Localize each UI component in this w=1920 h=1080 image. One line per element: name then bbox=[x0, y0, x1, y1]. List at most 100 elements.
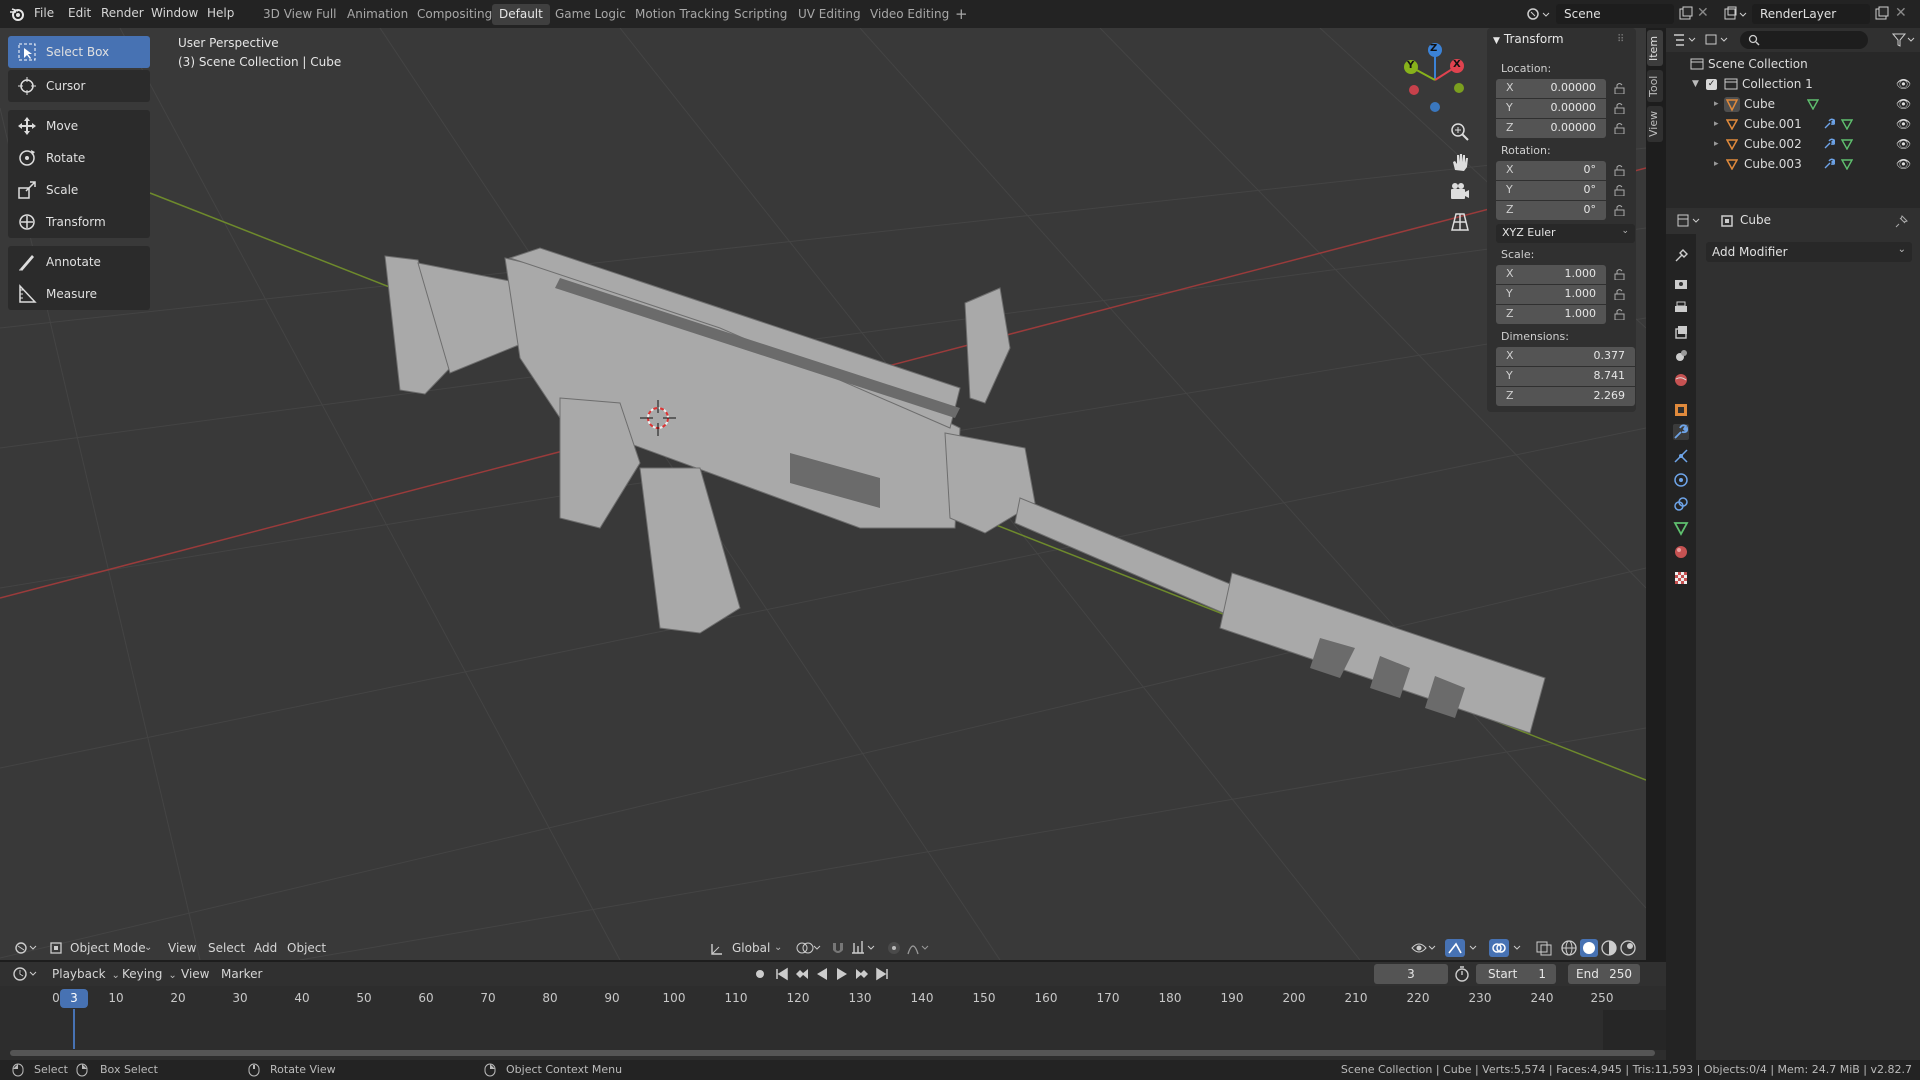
play-button[interactable] bbox=[834, 962, 850, 986]
rotation-z-field[interactable]: Z 0° bbox=[1496, 201, 1606, 220]
blender-logo-icon[interactable] bbox=[9, 6, 25, 22]
rotation-x-field[interactable]: X 0° bbox=[1496, 161, 1606, 180]
lock-icon[interactable] bbox=[1614, 82, 1626, 95]
playhead-line[interactable] bbox=[73, 1009, 75, 1049]
pivot-point-icon[interactable] bbox=[794, 935, 822, 961]
navigation-gizmo[interactable]: Z X Y bbox=[1395, 40, 1475, 120]
jump-keyframe-back-button[interactable] bbox=[794, 962, 810, 986]
material-icon[interactable] bbox=[1673, 544, 1689, 560]
tool-annotate[interactable]: Annotate bbox=[8, 246, 150, 278]
tab-tool[interactable]: Tool bbox=[1647, 70, 1663, 102]
outliner-object-cube-001[interactable]: ▸ Cube.001 👁 bbox=[1666, 114, 1920, 134]
solid-shading-icon[interactable] bbox=[1580, 935, 1598, 961]
play-reverse-button[interactable] bbox=[814, 962, 830, 986]
lock-icon[interactable] bbox=[1614, 308, 1626, 321]
proportional-edit-icon[interactable] bbox=[886, 935, 902, 961]
dimensions-y-field[interactable]: Y 8.741 bbox=[1496, 367, 1635, 386]
snap-target-icon[interactable] bbox=[850, 935, 878, 961]
new-layer-icon[interactable] bbox=[1874, 6, 1890, 22]
timeline-menu-marker[interactable]: Marker bbox=[221, 962, 262, 986]
display-mode-icon[interactable] bbox=[1704, 32, 1730, 51]
timeline-ruler[interactable]: 0 10 20 30 40 50 60 70 80 90 100 110 120… bbox=[0, 988, 1666, 1010]
menu-help[interactable]: Help bbox=[207, 0, 234, 28]
viewport-menu-select[interactable]: Select bbox=[208, 935, 245, 961]
tool-select-box[interactable]: Select Box bbox=[8, 36, 150, 68]
editor-type-icon[interactable] bbox=[12, 935, 40, 961]
object-mode-dropdown[interactable]: Object Mode ⌄ bbox=[48, 935, 156, 961]
zoom-icon[interactable] bbox=[1448, 120, 1472, 144]
dimensions-x-field[interactable]: X 0.377 bbox=[1496, 347, 1635, 366]
menu-edit[interactable]: Edit bbox=[68, 0, 91, 28]
rotation-mode-dropdown[interactable]: XYZ Euler ⌄ bbox=[1496, 224, 1635, 243]
editor-type-icon[interactable] bbox=[1676, 213, 1702, 232]
lock-icon[interactable] bbox=[1614, 288, 1626, 301]
tool-transform[interactable]: Transform bbox=[8, 206, 150, 238]
particles-icon[interactable] bbox=[1673, 448, 1689, 464]
editor-type-icon[interactable] bbox=[1672, 32, 1698, 51]
tool-move[interactable]: Move bbox=[8, 110, 150, 142]
render-camera-icon[interactable] bbox=[1673, 276, 1689, 292]
dimensions-z-field[interactable]: Z 2.269 bbox=[1496, 387, 1635, 406]
rendered-shading-icon[interactable] bbox=[1619, 935, 1637, 961]
tab-default[interactable]: Default bbox=[492, 4, 550, 25]
scene-icon[interactable] bbox=[1673, 348, 1689, 364]
jump-start-button[interactable] bbox=[774, 962, 790, 986]
wireframe-shading-icon[interactable] bbox=[1560, 935, 1578, 961]
modifier-wrench-icon[interactable] bbox=[1673, 424, 1689, 440]
scale-z-field[interactable]: Z 1.000 bbox=[1496, 305, 1606, 324]
object-properties-icon[interactable] bbox=[1673, 402, 1689, 418]
current-frame-field[interactable]: 3 bbox=[1374, 964, 1448, 984]
menu-render[interactable]: Render bbox=[101, 0, 144, 28]
menu-file[interactable]: File bbox=[34, 0, 54, 28]
output-printer-icon[interactable] bbox=[1673, 300, 1689, 316]
drag-handle-icon[interactable]: ⠿ bbox=[1617, 34, 1624, 45]
playhead-frame-indicator[interactable]: 3 bbox=[60, 989, 88, 1008]
xray-toggle-icon[interactable] bbox=[1535, 935, 1553, 961]
outliner-search-input[interactable] bbox=[1740, 31, 1868, 49]
menu-window[interactable]: Window bbox=[151, 0, 198, 28]
transform-header[interactable]: ▼ Transform bbox=[1493, 32, 1564, 46]
tool-rotate[interactable]: Rotate bbox=[8, 142, 150, 174]
tab-scripting[interactable]: Scripting bbox=[727, 4, 794, 25]
tab-animation[interactable]: Animation bbox=[340, 4, 415, 25]
scene-selector-icon[interactable] bbox=[1525, 5, 1553, 23]
lock-icon[interactable] bbox=[1614, 184, 1626, 197]
timeline-menu-view[interactable]: View bbox=[181, 962, 209, 986]
tab-video-editing[interactable]: Video Editing bbox=[863, 4, 956, 25]
overlays-toggle-icon[interactable] bbox=[1488, 935, 1526, 961]
constraints-icon[interactable] bbox=[1673, 496, 1689, 512]
tab-motion-tracking[interactable]: Motion Tracking bbox=[628, 4, 736, 25]
world-icon[interactable] bbox=[1673, 372, 1689, 388]
3d-viewport[interactable]: User Perspective (3) Scene Collection | … bbox=[0, 28, 1646, 960]
timeline-menu-playback[interactable]: Playback ⌄ bbox=[52, 962, 120, 986]
material-shading-icon[interactable] bbox=[1600, 935, 1618, 961]
orientation-dropdown[interactable]: Global ⌄ bbox=[710, 935, 784, 961]
lock-icon[interactable] bbox=[1614, 122, 1626, 135]
end-frame-field[interactable]: End 250 bbox=[1568, 964, 1640, 984]
delete-layer-icon[interactable]: ✕ bbox=[1895, 6, 1909, 20]
viewport-menu-view[interactable]: View bbox=[168, 935, 196, 961]
filter-icon[interactable] bbox=[1891, 33, 1916, 50]
view-object-types-icon[interactable] bbox=[1410, 935, 1438, 961]
outliner-scene-collection[interactable]: Scene Collection bbox=[1666, 54, 1920, 74]
gizmos-toggle-icon[interactable] bbox=[1444, 935, 1482, 961]
rotation-y-field[interactable]: Y 0° bbox=[1496, 181, 1606, 200]
tool-settings-icon[interactable] bbox=[1673, 248, 1689, 264]
timeline-menu-keying[interactable]: Keying ⌄ bbox=[122, 962, 177, 986]
outliner-object-cube-002[interactable]: ▸ Cube.002 👁 bbox=[1666, 134, 1920, 154]
outliner-object-cube[interactable]: ▸ Cube 👁 bbox=[1666, 94, 1920, 114]
viewport-menu-object[interactable]: Object bbox=[287, 935, 326, 961]
tool-cursor[interactable]: Cursor bbox=[8, 70, 150, 102]
render-layer-field[interactable]: RenderLayer bbox=[1752, 4, 1870, 24]
add-workspace-button[interactable]: + bbox=[948, 4, 975, 25]
timeline-editor-type-icon[interactable] bbox=[12, 962, 40, 986]
pin-icon[interactable] bbox=[1895, 214, 1909, 228]
tab-3d-view-full[interactable]: 3D View Full bbox=[256, 4, 344, 25]
outliner-object-cube-003[interactable]: ▸ Cube.003 👁 bbox=[1666, 154, 1920, 174]
tool-scale[interactable]: Scale bbox=[8, 174, 150, 206]
scene-name-field[interactable]: Scene bbox=[1556, 4, 1674, 24]
tab-view[interactable]: View bbox=[1647, 106, 1663, 142]
texture-icon[interactable] bbox=[1673, 570, 1689, 586]
tab-compositing[interactable]: Compositing bbox=[410, 4, 499, 25]
camera-view-icon[interactable] bbox=[1448, 180, 1472, 204]
